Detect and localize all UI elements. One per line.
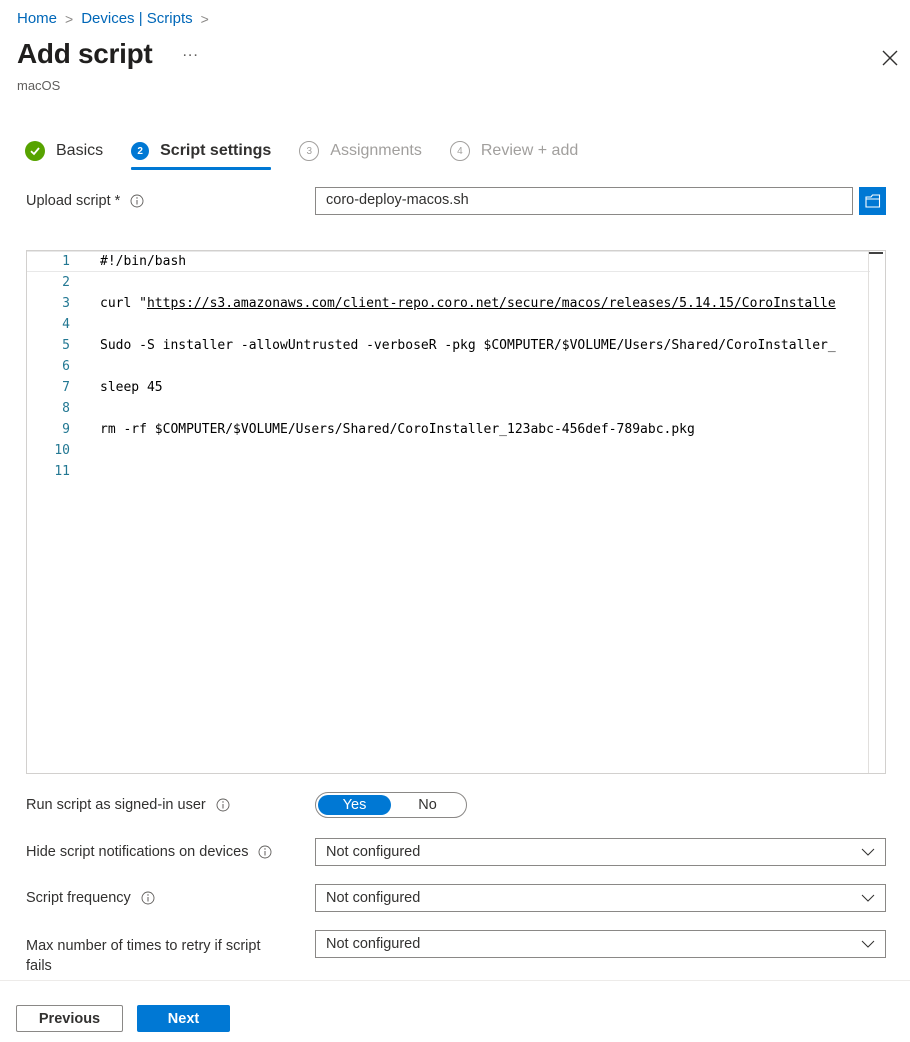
tab-assignments[interactable]: 3 Assignments bbox=[299, 138, 422, 164]
line-number: 3 bbox=[62, 296, 70, 311]
editor-scrollbar[interactable] bbox=[868, 251, 885, 773]
chevron-right-icon: > bbox=[200, 10, 209, 27]
line-number: 6 bbox=[62, 359, 70, 374]
tab-review-add[interactable]: 4 Review + add bbox=[449, 138, 579, 164]
run-as-user-toggle[interactable]: Yes No bbox=[315, 792, 467, 818]
upload-script-input[interactable]: coro-deploy-macos.sh bbox=[315, 187, 853, 215]
code-text: curl "https://s3.amazonaws.com/client-re… bbox=[100, 296, 836, 311]
tab-label: Script settings bbox=[160, 142, 272, 159]
dropdown-value: Not configured bbox=[326, 844, 421, 860]
code-line: 5 Sudo -S installer -allowUntrusted -ver… bbox=[27, 335, 870, 356]
run-as-user-label: Run script as signed-in user bbox=[26, 797, 230, 813]
title-row: Add script ... bbox=[17, 38, 199, 70]
info-icon[interactable] bbox=[258, 845, 272, 859]
step-number-badge: 4 bbox=[449, 141, 470, 161]
tab-basics[interactable]: Basics bbox=[25, 138, 103, 164]
tab-label: Assignments bbox=[330, 142, 422, 159]
dropdown-value: Not configured bbox=[326, 890, 421, 906]
step-number-badge: 2 bbox=[131, 142, 150, 160]
breadcrumb-devices-scripts[interactable]: Devices | Scripts bbox=[81, 10, 192, 27]
code-line: 8 bbox=[27, 398, 870, 419]
line-number: 2 bbox=[62, 275, 70, 290]
code-prefix: curl " bbox=[100, 296, 147, 311]
breadcrumb-home[interactable]: Home bbox=[17, 10, 57, 27]
check-icon bbox=[25, 141, 45, 161]
code-line: 6 bbox=[27, 356, 870, 377]
retry-label: Max number of times to retry if script f… bbox=[26, 938, 261, 974]
code-line: 11 bbox=[27, 461, 870, 482]
dropdown-value: Not configured bbox=[326, 936, 421, 952]
line-number: 4 bbox=[62, 317, 70, 332]
script-editor[interactable]: 1 #!/bin/bash 2 3 curl "https://s3.amazo… bbox=[26, 250, 886, 774]
breadcrumb: Home > Devices | Scripts > bbox=[17, 10, 217, 27]
info-icon[interactable] bbox=[130, 194, 144, 208]
code-line: 1 #!/bin/bash bbox=[27, 251, 870, 272]
upload-script-label: Upload script * bbox=[26, 193, 144, 209]
page-title: Add script bbox=[17, 38, 153, 69]
next-button[interactable]: Next bbox=[137, 1005, 230, 1032]
line-number: 9 bbox=[62, 422, 70, 437]
info-icon[interactable] bbox=[141, 891, 155, 905]
tab-label: Review + add bbox=[480, 142, 579, 159]
line-number: 1 bbox=[62, 254, 70, 269]
code-text: rm -rf $COMPUTER/$VOLUME/Users/Shared/Co… bbox=[100, 422, 695, 437]
chevron-down-icon bbox=[861, 848, 875, 856]
code-line: 2 bbox=[27, 272, 870, 293]
script-frequency-dropdown[interactable]: Not configured bbox=[315, 884, 886, 912]
line-number: 7 bbox=[62, 380, 70, 395]
code-line: 9 rm -rf $COMPUTER/$VOLUME/Users/Shared/… bbox=[27, 419, 870, 440]
line-number: 10 bbox=[54, 443, 70, 458]
scrollbar-thumb[interactable] bbox=[869, 252, 883, 254]
page-subtitle: macOS bbox=[17, 78, 61, 93]
tab-label: Basics bbox=[56, 142, 104, 159]
toggle-no[interactable]: No bbox=[391, 795, 464, 815]
chevron-down-icon bbox=[861, 894, 875, 902]
retry-dropdown[interactable]: Not configured bbox=[315, 930, 886, 958]
line-number: 5 bbox=[62, 338, 70, 353]
browse-file-button[interactable] bbox=[859, 187, 886, 215]
hide-notifications-dropdown[interactable]: Not configured bbox=[315, 838, 886, 866]
step-number-badge: 3 bbox=[299, 141, 320, 161]
previous-button[interactable]: Previous bbox=[16, 1005, 123, 1032]
chevron-right-icon: > bbox=[65, 10, 74, 27]
close-icon[interactable] bbox=[880, 48, 900, 68]
code-text: #!/bin/bash bbox=[100, 254, 187, 269]
line-number: 11 bbox=[54, 464, 70, 479]
wizard-steps: Basics 2 Script settings 3 Assignments 4… bbox=[25, 138, 606, 170]
script-frequency-label: Script frequency bbox=[26, 890, 155, 906]
code-text: Sudo -S installer -allowUntrusted -verbo… bbox=[100, 338, 836, 353]
code-url-link[interactable]: https://s3.amazonaws.com/client-repo.cor… bbox=[147, 296, 836, 311]
toggle-yes[interactable]: Yes bbox=[318, 795, 391, 815]
more-options-icon[interactable]: ... bbox=[182, 43, 198, 61]
hide-notifications-label: Hide script notifications on devices bbox=[26, 844, 272, 860]
tab-script-settings[interactable]: 2 Script settings bbox=[131, 138, 272, 170]
code-line: 10 bbox=[27, 440, 870, 461]
folder-icon bbox=[864, 194, 880, 208]
footer-divider bbox=[0, 980, 910, 981]
code-line: 4 bbox=[27, 314, 870, 335]
chevron-down-icon bbox=[861, 940, 875, 948]
code-text: sleep 45 bbox=[100, 380, 163, 395]
info-icon[interactable] bbox=[216, 798, 230, 812]
code-line: 3 curl "https://s3.amazonaws.com/client-… bbox=[27, 293, 870, 314]
line-number: 8 bbox=[62, 401, 70, 416]
code-line: 7 sleep 45 bbox=[27, 377, 870, 398]
